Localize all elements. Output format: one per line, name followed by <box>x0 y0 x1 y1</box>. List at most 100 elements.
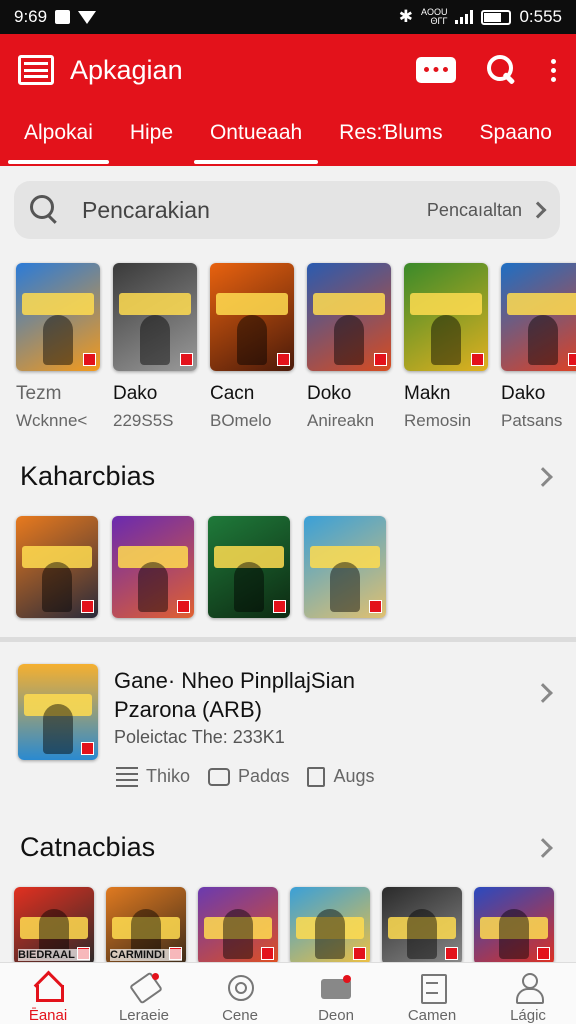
game-thumbnail[interactable] <box>113 263 197 371</box>
game-card[interactable]: Makn Remosin <box>404 263 488 431</box>
thumb-figure <box>42 562 72 612</box>
search-bar[interactable]: Pencarakian Pencaıaltan <box>14 181 560 239</box>
thumb-figure <box>431 315 461 365</box>
thumb-figure <box>43 704 73 754</box>
section-title: Catnacbias <box>20 832 156 862</box>
status-bar: 9:69 ✱ AOOU ΘΓΓ 0:555 <box>0 0 576 34</box>
featured-title-line1: Gane· Nheo PinpllajSian <box>114 668 355 693</box>
nav-label: Leraeie <box>118 1007 170 1024</box>
section-1-row <box>16 516 386 618</box>
featured-subtitle: Poleictac The: 233K1 <box>114 727 285 747</box>
featured-action[interactable]: Augs <box>307 766 374 787</box>
game-thumbnail[interactable] <box>290 887 370 962</box>
featured-action[interactable]: Thiko <box>116 766 190 787</box>
thumb-logo <box>507 293 576 315</box>
badge-icon <box>568 353 576 366</box>
tab-item[interactable]: Ontueaah <box>193 106 319 166</box>
toolbar: Apkagian <box>0 34 576 106</box>
thumb-figure <box>499 909 529 959</box>
badge-icon <box>273 600 286 613</box>
badge-icon <box>445 947 458 960</box>
thumb-logo <box>216 293 288 315</box>
game-card[interactable]: Doko Anireakn <box>307 263 391 431</box>
game-thumbnail[interactable] <box>304 516 386 618</box>
game-name: Dako <box>501 383 546 404</box>
game-thumbnail[interactable] <box>474 887 554 962</box>
thumb-figure <box>528 315 558 365</box>
game-thumbnail[interactable] <box>112 516 194 618</box>
thumb-figure <box>43 315 73 365</box>
thumb-figure <box>407 909 437 959</box>
divider <box>0 637 576 642</box>
game-thumbnail[interactable] <box>382 887 462 962</box>
game-thumbnail[interactable] <box>501 263 576 371</box>
tab-item[interactable]: Res:Ɓlums <box>327 106 454 166</box>
tab-item[interactable]: Hipe <box>118 106 185 166</box>
tag-icon <box>129 973 159 995</box>
list-icon <box>116 766 138 787</box>
thumb-logo <box>410 293 482 315</box>
search-input[interactable]: Pencarakian <box>82 197 427 224</box>
section-header: Catnacbias <box>20 832 560 863</box>
toolbar-actions <box>416 54 558 86</box>
chevron-right-icon[interactable] <box>533 837 553 858</box>
featured-title-line2: Pzarona (ARB) <box>114 697 262 722</box>
menu-icon[interactable] <box>18 55 54 85</box>
game-card[interactable]: Dako Patsans <box>501 263 576 431</box>
search-filter-label[interactable]: Pencaıaltan <box>427 200 522 221</box>
signal-icon <box>455 10 474 24</box>
badge-icon <box>369 600 382 613</box>
game-thumbnail[interactable] <box>198 887 278 962</box>
chevron-right-icon[interactable] <box>533 683 553 703</box>
badge-icon <box>81 742 94 755</box>
game-thumbnail[interactable]: BIEDRAAL <box>14 887 94 962</box>
bluetooth-icon: ✱ <box>398 7 413 26</box>
chevron-right-icon[interactable] <box>533 466 553 487</box>
thumb-figure <box>234 562 264 612</box>
game-subtitle: Anireakn <box>307 411 375 430</box>
nav-item[interactable]: Leraeie <box>99 963 189 1024</box>
featured-thumbnail[interactable] <box>18 664 98 760</box>
game-card[interactable]: Tezm Wcknne< <box>16 263 100 431</box>
nav-item[interactable]: Ēanai <box>3 963 93 1024</box>
nav-label: Lágic <box>510 1007 546 1024</box>
game-thumbnail[interactable] <box>404 263 488 371</box>
featured-item[interactable]: Gane· Nheo PinpllajSian Pzarona (ARB) Po… <box>18 664 560 804</box>
game-thumbnail[interactable] <box>210 263 294 371</box>
search-icon[interactable] <box>486 54 518 86</box>
game-name: Doko <box>307 383 352 404</box>
game-subtitle: BOmelo <box>210 411 272 430</box>
game-subtitle: Wcknne< <box>16 411 88 430</box>
tab-item[interactable]: Alpokai <box>8 106 109 166</box>
game-thumbnail[interactable] <box>16 516 98 618</box>
network-label: AOOU ΘΓΓ <box>421 8 448 26</box>
thumb-label: CARMINDI <box>110 949 182 961</box>
nav-label: Ēanai <box>28 1007 68 1024</box>
game-thumbnail[interactable]: CARMINDI <box>106 887 186 962</box>
notification-icon <box>55 10 71 24</box>
chat-icon <box>208 767 231 786</box>
nav-item[interactable]: Lágic <box>483 963 573 1024</box>
nav-item[interactable]: Deon <box>291 963 381 1024</box>
nav-label: Cene <box>222 1007 258 1024</box>
badge-icon <box>180 353 193 366</box>
cast-icon[interactable] <box>416 57 456 83</box>
badge-icon <box>353 947 366 960</box>
game-thumbnail[interactable] <box>208 516 290 618</box>
tab-item[interactable]: Spaano <box>468 106 564 166</box>
game-thumbnail[interactable] <box>16 263 100 371</box>
more-options-icon[interactable] <box>548 58 558 82</box>
game-thumbnail[interactable] <box>307 263 391 371</box>
thumb-figure <box>334 315 364 365</box>
game-card[interactable]: Cacn BOmelo <box>210 263 294 431</box>
network-bottom: ΘΓΓ <box>430 16 448 26</box>
box-icon <box>307 766 326 787</box>
nav-item[interactable]: Camen <box>387 963 477 1024</box>
game-card[interactable]: Dako 229S5S <box>113 263 197 431</box>
badge-icon <box>83 353 96 366</box>
chevron-right-icon[interactable] <box>529 201 547 219</box>
game-name: Makn <box>404 383 451 404</box>
game-subtitle: 229S5S <box>113 411 174 430</box>
nav-item[interactable]: Cene <box>195 963 285 1024</box>
featured-action[interactable]: Padαs <box>208 766 289 787</box>
